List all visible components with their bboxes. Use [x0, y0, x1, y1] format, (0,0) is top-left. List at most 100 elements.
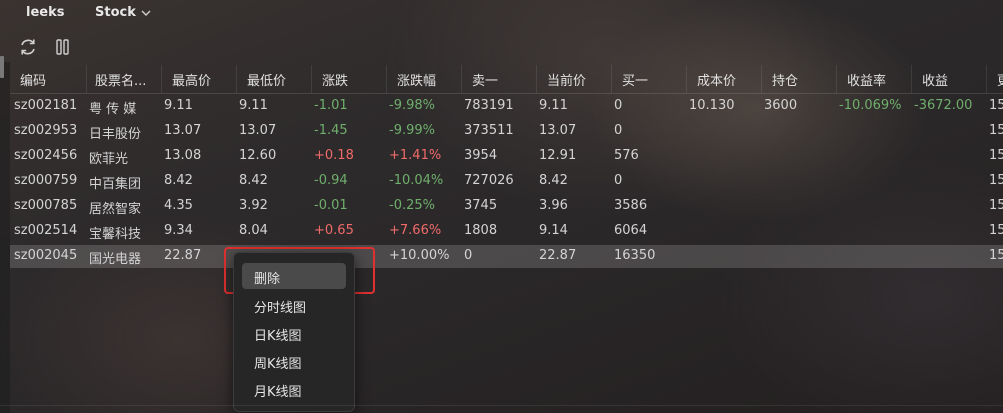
- menu-item-label: 周K线图: [254, 357, 302, 372]
- cell-cost: 10.130: [689, 98, 735, 113]
- column-divider[interactable]: [911, 65, 912, 93]
- column-header-update[interactable]: 更: [997, 70, 1003, 88]
- pause-icon[interactable]: [52, 36, 74, 58]
- column-divider[interactable]: [86, 65, 87, 93]
- tab-stock[interactable]: Stock: [95, 5, 136, 20]
- cell-change-pct: -9.99%: [389, 123, 435, 138]
- cell-name: 中百集团: [89, 177, 142, 192]
- cell-name: 日丰股份: [89, 127, 142, 142]
- column-divider[interactable]: [611, 65, 612, 93]
- cell-high: 22.87: [164, 248, 202, 263]
- column-header-buy1[interactable]: 买一: [622, 70, 684, 88]
- cell-code: sz002181: [14, 98, 78, 113]
- cell-sell1: 373511: [464, 123, 514, 138]
- tab-leeks[interactable]: leeks: [26, 5, 64, 20]
- column-divider[interactable]: [236, 65, 237, 93]
- menu-item-label: 月K线图: [254, 385, 302, 400]
- column-header-sell1[interactable]: 卖一: [472, 70, 534, 88]
- cell-holding: 3600: [764, 98, 798, 113]
- column-divider[interactable]: [161, 65, 162, 93]
- cell-sell1: 727026: [464, 173, 514, 188]
- cell-change: +0.65: [314, 223, 354, 238]
- cell-change-pct: +1.41%: [389, 148, 442, 163]
- table-row[interactable]: sz000759 中百集团 8.42 8.42 -0.94 -10.04% 727026 8.…: [10, 170, 1003, 193]
- column-divider[interactable]: [761, 65, 762, 93]
- table-row[interactable]: sz002514 宝馨科技 9.34 8.04 +0.65 +7.66% 1808 9.14 6…: [10, 220, 1003, 243]
- top-tab-bar: leeks Stock: [0, 0, 1003, 27]
- cell-change-pct: -10.04%: [389, 173, 444, 188]
- column-header-name[interactable]: 股票名...: [95, 70, 163, 88]
- column-divider[interactable]: [686, 65, 687, 93]
- column-header-return-rate[interactable]: 收益率: [847, 70, 909, 88]
- cell-price: 12.91: [539, 148, 577, 163]
- column-divider[interactable]: [386, 65, 387, 93]
- cell-low: 12.60: [239, 148, 277, 163]
- cell-low: 13.07: [239, 123, 277, 138]
- column-header-code[interactable]: 编码: [20, 70, 80, 88]
- cell-high: 4.35: [164, 198, 193, 213]
- menu-item-daily-k-chart[interactable]: 日K线图: [242, 320, 346, 346]
- column-divider[interactable]: [311, 65, 312, 93]
- table-row[interactable]: sz002045 国光电器 22.87 +10.00% 0 22.87 16350 15: [10, 245, 1003, 268]
- cell-buy1: 6064: [614, 223, 648, 238]
- cell-low: 8.04: [239, 223, 268, 238]
- cell-buy1: 576: [614, 148, 639, 163]
- table-row[interactable]: sz002181 粤 传 媒 9.11 9.11 -1.01 -9.98% 783191 9.…: [10, 95, 1003, 118]
- divider: [0, 405, 1003, 406]
- cell-update: 15: [989, 148, 1003, 163]
- chevron-down-icon[interactable]: [139, 6, 153, 20]
- cell-buy1: 16350: [614, 248, 656, 263]
- cell-buy1: 0: [614, 123, 623, 138]
- column-header-profit[interactable]: 收益: [922, 70, 984, 88]
- cell-price: 13.07: [539, 123, 577, 138]
- cell-update: 15: [989, 248, 1003, 263]
- cell-change-pct: -0.25%: [389, 198, 435, 213]
- cell-change-pct: +10.00%: [389, 248, 450, 263]
- table-row[interactable]: sz002456 欧菲光 13.08 12.60 +0.18 +1.41% 3954 12.9…: [10, 145, 1003, 168]
- column-divider[interactable]: [461, 65, 462, 93]
- cell-low: 9.11: [239, 98, 268, 113]
- left-edge-handle[interactable]: [0, 56, 4, 78]
- column-divider[interactable]: [986, 65, 987, 93]
- column-header-price[interactable]: 当前价: [547, 70, 609, 88]
- column-header-change-pct[interactable]: 涨跌幅: [397, 70, 459, 88]
- menu-item-monthly-k-chart[interactable]: 月K线图: [242, 376, 346, 402]
- table-row[interactable]: sz000785 居然智家 4.35 3.92 -0.01 -0.25% 3745 3.96 3…: [10, 195, 1003, 218]
- cell-sell1: 3954: [464, 148, 498, 163]
- menu-item-label: 删除: [254, 272, 281, 287]
- cell-name: 欧菲光: [89, 152, 129, 167]
- toolbar: [0, 33, 1003, 61]
- menu-item-weekly-k-chart[interactable]: 周K线图: [242, 348, 346, 374]
- cell-name: 居然智家: [89, 202, 142, 217]
- column-divider[interactable]: [536, 65, 537, 93]
- table-row[interactable]: sz002953 日丰股份 13.07 13.07 -1.45 -9.99% 373511 1…: [10, 120, 1003, 143]
- column-header-change[interactable]: 涨跌: [322, 70, 384, 88]
- menu-item-label: 日K线图: [254, 329, 302, 344]
- menu-item-intraday-chart[interactable]: 分时线图: [242, 292, 346, 318]
- cell-change: -0.01: [314, 198, 348, 213]
- cell-update: 15: [989, 173, 1003, 188]
- cell-change-pct: -9.98%: [389, 98, 435, 113]
- cell-update: 15: [989, 98, 1003, 113]
- cell-change: +0.18: [314, 148, 354, 163]
- cell-price: 9.11: [539, 98, 568, 113]
- refresh-icon[interactable]: [17, 36, 39, 58]
- column-header-holding[interactable]: 持仓: [772, 70, 834, 88]
- cell-update: 15: [989, 223, 1003, 238]
- cell-high: 13.07: [164, 123, 202, 138]
- column-divider[interactable]: [836, 65, 837, 93]
- cell-sell1: 1808: [464, 223, 498, 238]
- cell-buy1: 0: [614, 98, 623, 113]
- cell-code: sz002953: [14, 123, 78, 138]
- menu-item-label: 分时线图: [254, 301, 307, 316]
- cell-high: 9.11: [164, 98, 193, 113]
- column-header-high[interactable]: 最高价: [172, 70, 234, 88]
- cell-sell1: 3745: [464, 198, 498, 213]
- column-header-low[interactable]: 最低价: [247, 70, 309, 88]
- cell-name: 国光电器: [89, 252, 142, 267]
- cell-price: 22.87: [539, 248, 577, 263]
- column-header-cost[interactable]: 成本价: [697, 70, 759, 88]
- left-edge-panel: [0, 62, 10, 413]
- menu-item-delete[interactable]: 删除: [242, 263, 346, 289]
- cell-name: 粤 传 媒: [89, 102, 137, 117]
